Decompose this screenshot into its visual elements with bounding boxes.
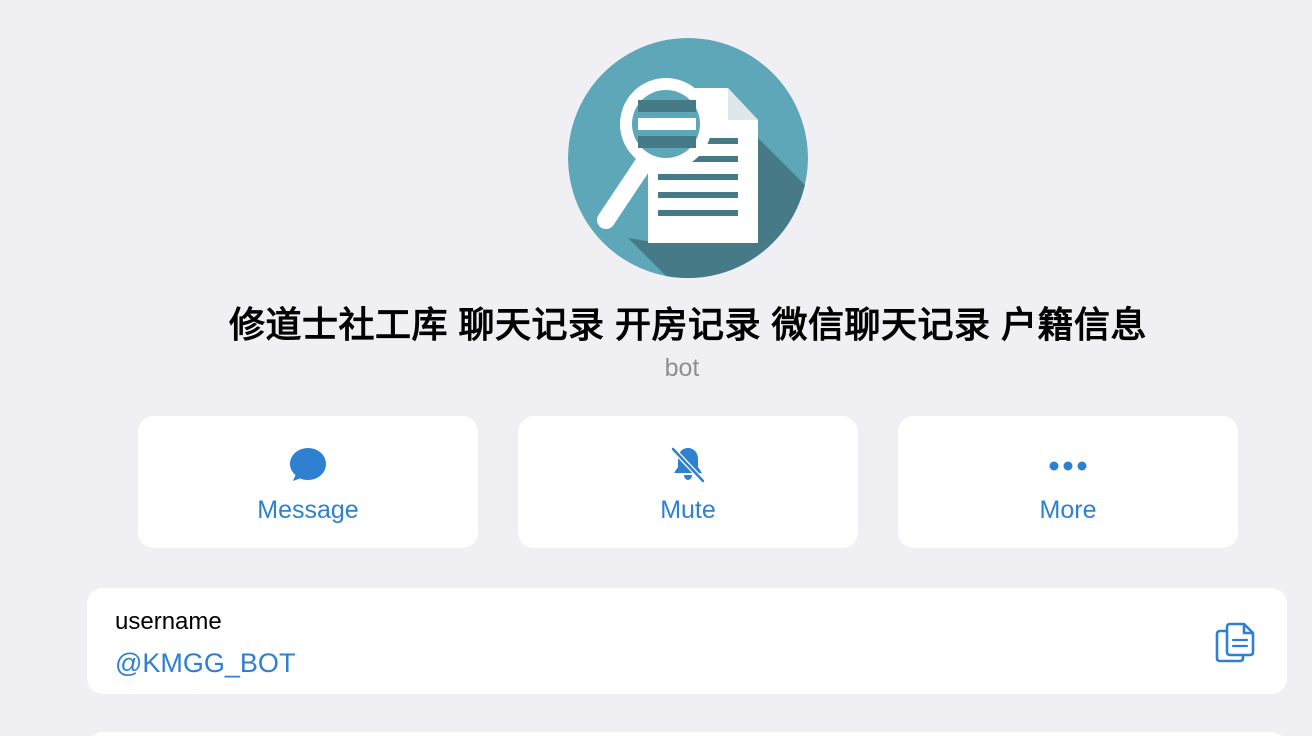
username-card: username @KMGG_BOT [87,588,1287,694]
chat-bubble-icon [290,448,326,481]
bell-slash-icon [671,447,705,483]
more-button-label: More [1039,496,1097,524]
ellipsis-icon [1049,461,1087,471]
mute-button[interactable]: Mute [518,416,858,548]
profile-subtitle: bot [664,354,700,382]
message-button-label: Message [257,496,359,524]
document-magnifier-icon [568,38,808,278]
message-button[interactable]: Message [138,416,478,548]
profile-avatar[interactable] [568,38,808,278]
username-key: username [115,608,222,635]
profile-name: 修道士社工库 聊天记录 开房记录 微信聊天记录 户籍信息 [228,304,1147,345]
copy-icon[interactable] [1213,620,1257,664]
profile-page: 修道士社工库 聊天记录 开房记录 微信聊天记录 户籍信息 bot Message… [0,0,1312,736]
more-button[interactable]: More [898,416,1238,548]
next-info-card [87,732,1287,736]
mute-button-label: Mute [660,496,716,524]
username-value[interactable]: @KMGG_BOT [115,648,295,679]
